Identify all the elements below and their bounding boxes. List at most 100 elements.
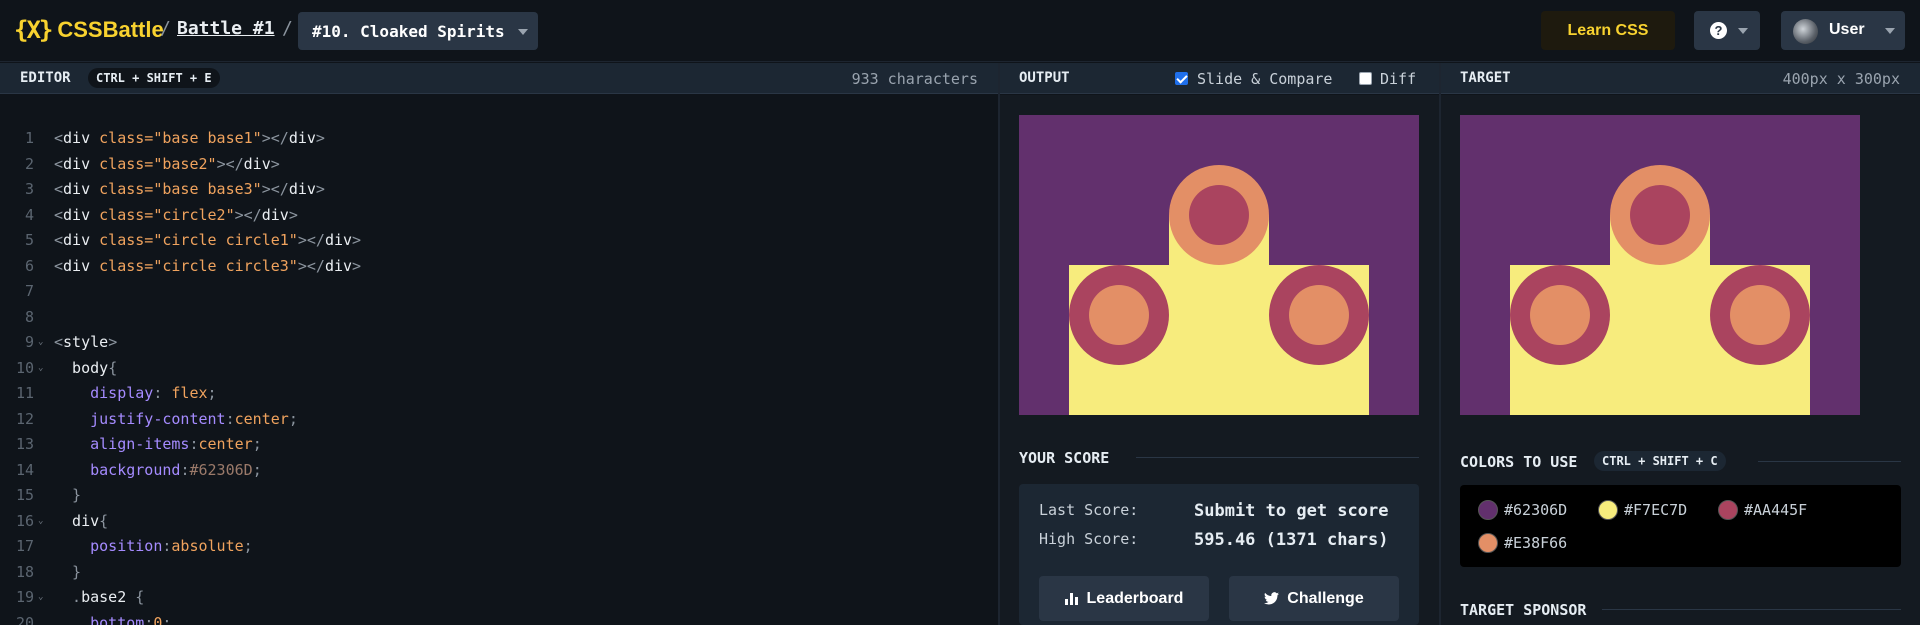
code-line[interactable]: 13 align-items:center;	[0, 435, 998, 460]
chevron-down-icon	[518, 29, 528, 35]
target-select-dropdown[interactable]: #10. Cloaked Spirits	[298, 12, 538, 50]
learn-css-button[interactable]: Learn CSS	[1541, 11, 1675, 50]
line-number: 15	[15, 486, 34, 504]
circle-shape	[1289, 285, 1349, 345]
color-dot	[1718, 500, 1738, 520]
code-token: justify-content	[54, 409, 226, 428]
code-token: center	[198, 435, 253, 453]
code-token: div	[63, 129, 100, 147]
code-token: div	[63, 256, 100, 275]
code-line[interactable]: 6 <div class="circle circle3"></div>	[0, 257, 998, 282]
breadcrumb-separator: /	[160, 18, 171, 39]
code-line[interactable]: 1 <div class="base base1"></div>	[0, 129, 998, 154]
line-number: 18	[15, 562, 34, 581]
line-number: 12	[15, 409, 34, 428]
code-token: :	[225, 409, 235, 428]
code-line[interactable]: 4 <div class="circle2"></div>	[0, 206, 998, 231]
slide-compare-label[interactable]: Slide & Compare	[1197, 70, 1332, 88]
color-swatch[interactable]: #F7EC7D	[1598, 500, 1687, 520]
code-line[interactable]: 10 ⌄ body{	[0, 359, 998, 384]
help-menu-button[interactable]: ?	[1694, 11, 1760, 50]
circle-shape	[1089, 285, 1149, 345]
code-token: {	[108, 358, 118, 377]
code-token: <	[54, 180, 64, 198]
question-icon: ?	[1710, 22, 1727, 39]
code-text: background:#62306D;	[54, 461, 262, 479]
user-menu-button[interactable]: User	[1781, 11, 1905, 50]
target-select-label: #10. Cloaked Spirits	[312, 21, 505, 41]
code-token: ></	[261, 129, 289, 147]
char-count: 933 characters	[851, 70, 978, 88]
code-text: <div class="circle circle1"></div>	[54, 231, 361, 249]
editor-title: EDITOR	[20, 70, 71, 86]
code-token: ></	[234, 205, 262, 224]
line-number: 19	[15, 588, 34, 606]
code-token: div	[243, 154, 271, 173]
slide-compare-checkbox[interactable]	[1175, 72, 1188, 85]
code-token: "base base3"	[153, 180, 262, 198]
code-line[interactable]: 7	[0, 282, 998, 307]
colors-shortcut-badge: CTRL + SHIFT + C	[1594, 451, 1726, 471]
code-token: class=	[99, 256, 154, 275]
color-dot	[1598, 500, 1618, 520]
code-token: div	[63, 205, 100, 224]
code-line[interactable]: 3 <div class="base base3"></div>	[0, 180, 998, 205]
code-token: <	[54, 154, 64, 173]
fold-chevron-icon[interactable]: ⌄	[38, 337, 43, 347]
code-token: :	[189, 435, 199, 453]
code-line[interactable]: 16 ⌄ div{	[0, 512, 998, 537]
line-number: 14	[15, 460, 34, 479]
top-bar: {X} CSSBattle / Battle #1 / #10. Cloaked…	[0, 0, 1920, 62]
color-swatch[interactable]: #62306D	[1478, 500, 1567, 520]
code-line[interactable]: 15 }	[0, 486, 998, 511]
code-token: <	[54, 256, 64, 275]
code-line[interactable]: 18 }	[0, 563, 998, 588]
line-number: 2	[24, 154, 34, 173]
fold-chevron-icon[interactable]: ⌄	[38, 363, 43, 373]
code-token: {	[99, 511, 109, 530]
code-editor[interactable]: 1 <div class="base base1"></div> 2 <div cla…	[0, 95, 998, 625]
diff-checkbox[interactable]	[1359, 72, 1372, 85]
logo[interactable]: {X} CSSBattle	[14, 16, 164, 44]
code-line[interactable]: 14 background:#62306D;	[0, 461, 998, 486]
line-number: 11	[15, 384, 34, 402]
diff-label[interactable]: Diff	[1380, 70, 1416, 88]
code-line[interactable]: 20 bottom:0;	[0, 614, 998, 625]
code-token: div	[288, 129, 316, 147]
challenge-button[interactable]: Challenge	[1229, 576, 1399, 621]
circle-shape	[1189, 185, 1249, 245]
logo-mark-icon: {X}	[14, 16, 53, 44]
code-text: <div class="base base3"></div>	[54, 180, 325, 198]
code-line[interactable]: 11 display: flex;	[0, 384, 998, 409]
code-token: ></	[297, 231, 325, 249]
code-token: ;	[252, 460, 262, 479]
code-line[interactable]: 17 position:absolute;	[0, 537, 998, 562]
code-token: div	[288, 180, 316, 198]
fold-chevron-icon[interactable]: ⌄	[38, 516, 43, 526]
code-token: ;	[243, 537, 253, 555]
line-number: 8	[24, 307, 34, 326]
color-swatch[interactable]: #E38F66	[1478, 533, 1567, 553]
editor-shortcut-badge: CTRL + SHIFT + E	[88, 68, 220, 88]
code-line[interactable]: 19 ⌄ .base2 {	[0, 588, 998, 613]
code-line[interactable]: 8	[0, 308, 998, 333]
color-hex: #AA445F	[1744, 501, 1808, 519]
code-text: <style>	[54, 333, 117, 351]
code-line[interactable]: 12 justify-content:center;	[0, 410, 998, 435]
breadcrumb-battle-link[interactable]: Battle #1	[177, 18, 275, 39]
code-line[interactable]: 2 <div class="base2"></div>	[0, 155, 998, 180]
last-score-label: Last Score:	[1039, 501, 1139, 519]
target-canvas[interactable]	[1460, 115, 1860, 415]
code-token: "base base1"	[153, 129, 262, 147]
code-token: class=	[99, 154, 154, 173]
output-canvas[interactable]	[1019, 115, 1419, 415]
code-text: }	[54, 486, 81, 504]
code-token: ></	[297, 256, 325, 275]
code-line[interactable]: 9 ⌄ <style>	[0, 333, 998, 358]
code-line[interactable]: 5 <div class="circle circle1"></div>	[0, 231, 998, 256]
fold-chevron-icon[interactable]: ⌄	[38, 592, 43, 602]
code-token: div	[63, 231, 100, 249]
color-swatch[interactable]: #AA445F	[1718, 500, 1807, 520]
leaderboard-button[interactable]: Leaderboard	[1039, 576, 1209, 621]
code-token: body	[54, 358, 109, 377]
